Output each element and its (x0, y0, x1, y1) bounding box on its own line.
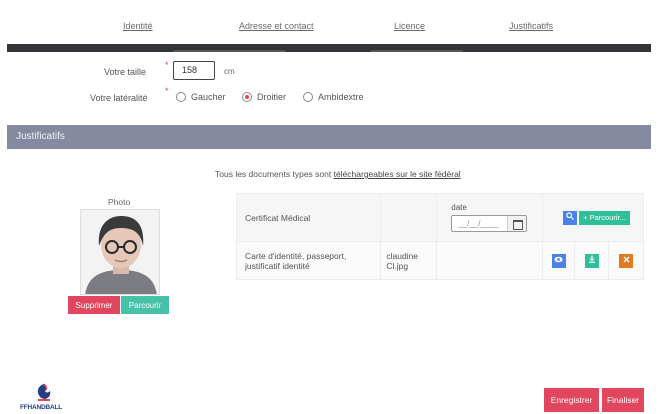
federal-site-link[interactable]: téléchargeables sur le site fédéral (334, 169, 461, 179)
ffhandball-logo: FFHANDBALL (20, 383, 70, 411)
profile-photo (80, 209, 160, 295)
date-cell (436, 241, 544, 280)
actions-cell: + Parcourir... (542, 193, 644, 242)
table-row: Carte d'identité, passeport, justificati… (235, 241, 644, 280)
nav-progress-segment (173, 50, 285, 52)
search-icon[interactable] (563, 210, 578, 225)
logo-text: FFHANDBALL (20, 404, 63, 411)
rooster-logo-icon (37, 383, 51, 401)
delete-photo-button[interactable]: Supprimer (68, 296, 120, 314)
browse-certificate-button[interactable]: + Parcourir... (579, 210, 630, 225)
radio-gaucher[interactable]: Gaucher (176, 92, 226, 102)
date-input[interactable]: __/__/____ (451, 215, 528, 232)
action-cell (608, 241, 644, 280)
browse-label: Parcourir... (589, 212, 626, 222)
tab-licence[interactable]: Licence (394, 21, 425, 31)
magnifier-glyph (566, 211, 575, 220)
height-label: Votre taille (104, 67, 147, 77)
date-placeholder: __/__/____ (458, 219, 499, 228)
height-unit: cm (224, 67, 235, 76)
radio-label: Droitier (257, 92, 287, 102)
required-marker: * (165, 86, 169, 96)
radio-checked-icon (242, 92, 252, 102)
date-cell: date __/__/____ (436, 193, 544, 242)
document-file (380, 193, 438, 242)
documents-info: Tous les documents types sont télécharge… (215, 169, 461, 179)
section-header: Justificatifs (7, 125, 651, 149)
document-name: Certificat Médical (235, 193, 382, 242)
radio-circle-icon (176, 92, 186, 102)
calendar-icon[interactable] (507, 216, 527, 231)
photo-label: Photo (108, 197, 131, 207)
x-glyph (623, 256, 629, 262)
person-portrait-icon (81, 210, 159, 294)
radio-label: Ambidextre (318, 92, 364, 102)
documents-table: Certificat Médical date __/__/____ + Par… (235, 193, 644, 280)
tab-identite[interactable]: Identité (123, 21, 153, 31)
tab-adresse-contact[interactable]: Adresse et contact (239, 21, 314, 31)
radio-label: Gaucher (191, 92, 226, 102)
tab-justificatifs[interactable]: Justificatifs (509, 21, 553, 31)
download-icon[interactable] (584, 253, 599, 268)
eye-icon[interactable] (551, 253, 566, 268)
browse-photo-button[interactable]: Parcourir (121, 296, 169, 314)
download-glyph (588, 255, 595, 263)
laterality-label: Votre latéralité (90, 93, 148, 103)
close-icon[interactable] (619, 253, 633, 268)
top-navigation: Identité Adresse et contact Licence Just… (0, 0, 658, 44)
nav-progress-segment (371, 50, 463, 52)
action-cell (542, 241, 576, 280)
radio-droitier[interactable]: Droitier (242, 92, 286, 102)
height-input[interactable]: 158 (173, 61, 215, 80)
radio-ambidextre[interactable]: Ambidextre (303, 92, 364, 102)
info-text: Tous les documents types sont (215, 169, 334, 179)
document-file: claudine Cl.jpg (380, 241, 438, 280)
document-name: Carte d'identité, passeport, justificati… (235, 241, 382, 280)
eye-glyph (554, 256, 563, 262)
required-marker: * (165, 60, 169, 70)
table-row: Certificat Médical date __/__/____ + Par… (235, 193, 644, 242)
save-button[interactable]: Enregistrer (544, 388, 599, 412)
action-cell (574, 241, 610, 280)
section-title: Justificatifs (16, 131, 65, 142)
finish-button[interactable]: Finaliser (602, 388, 644, 412)
radio-circle-icon (303, 92, 313, 102)
date-label: date (451, 203, 467, 212)
nav-progress-bar (7, 44, 651, 52)
